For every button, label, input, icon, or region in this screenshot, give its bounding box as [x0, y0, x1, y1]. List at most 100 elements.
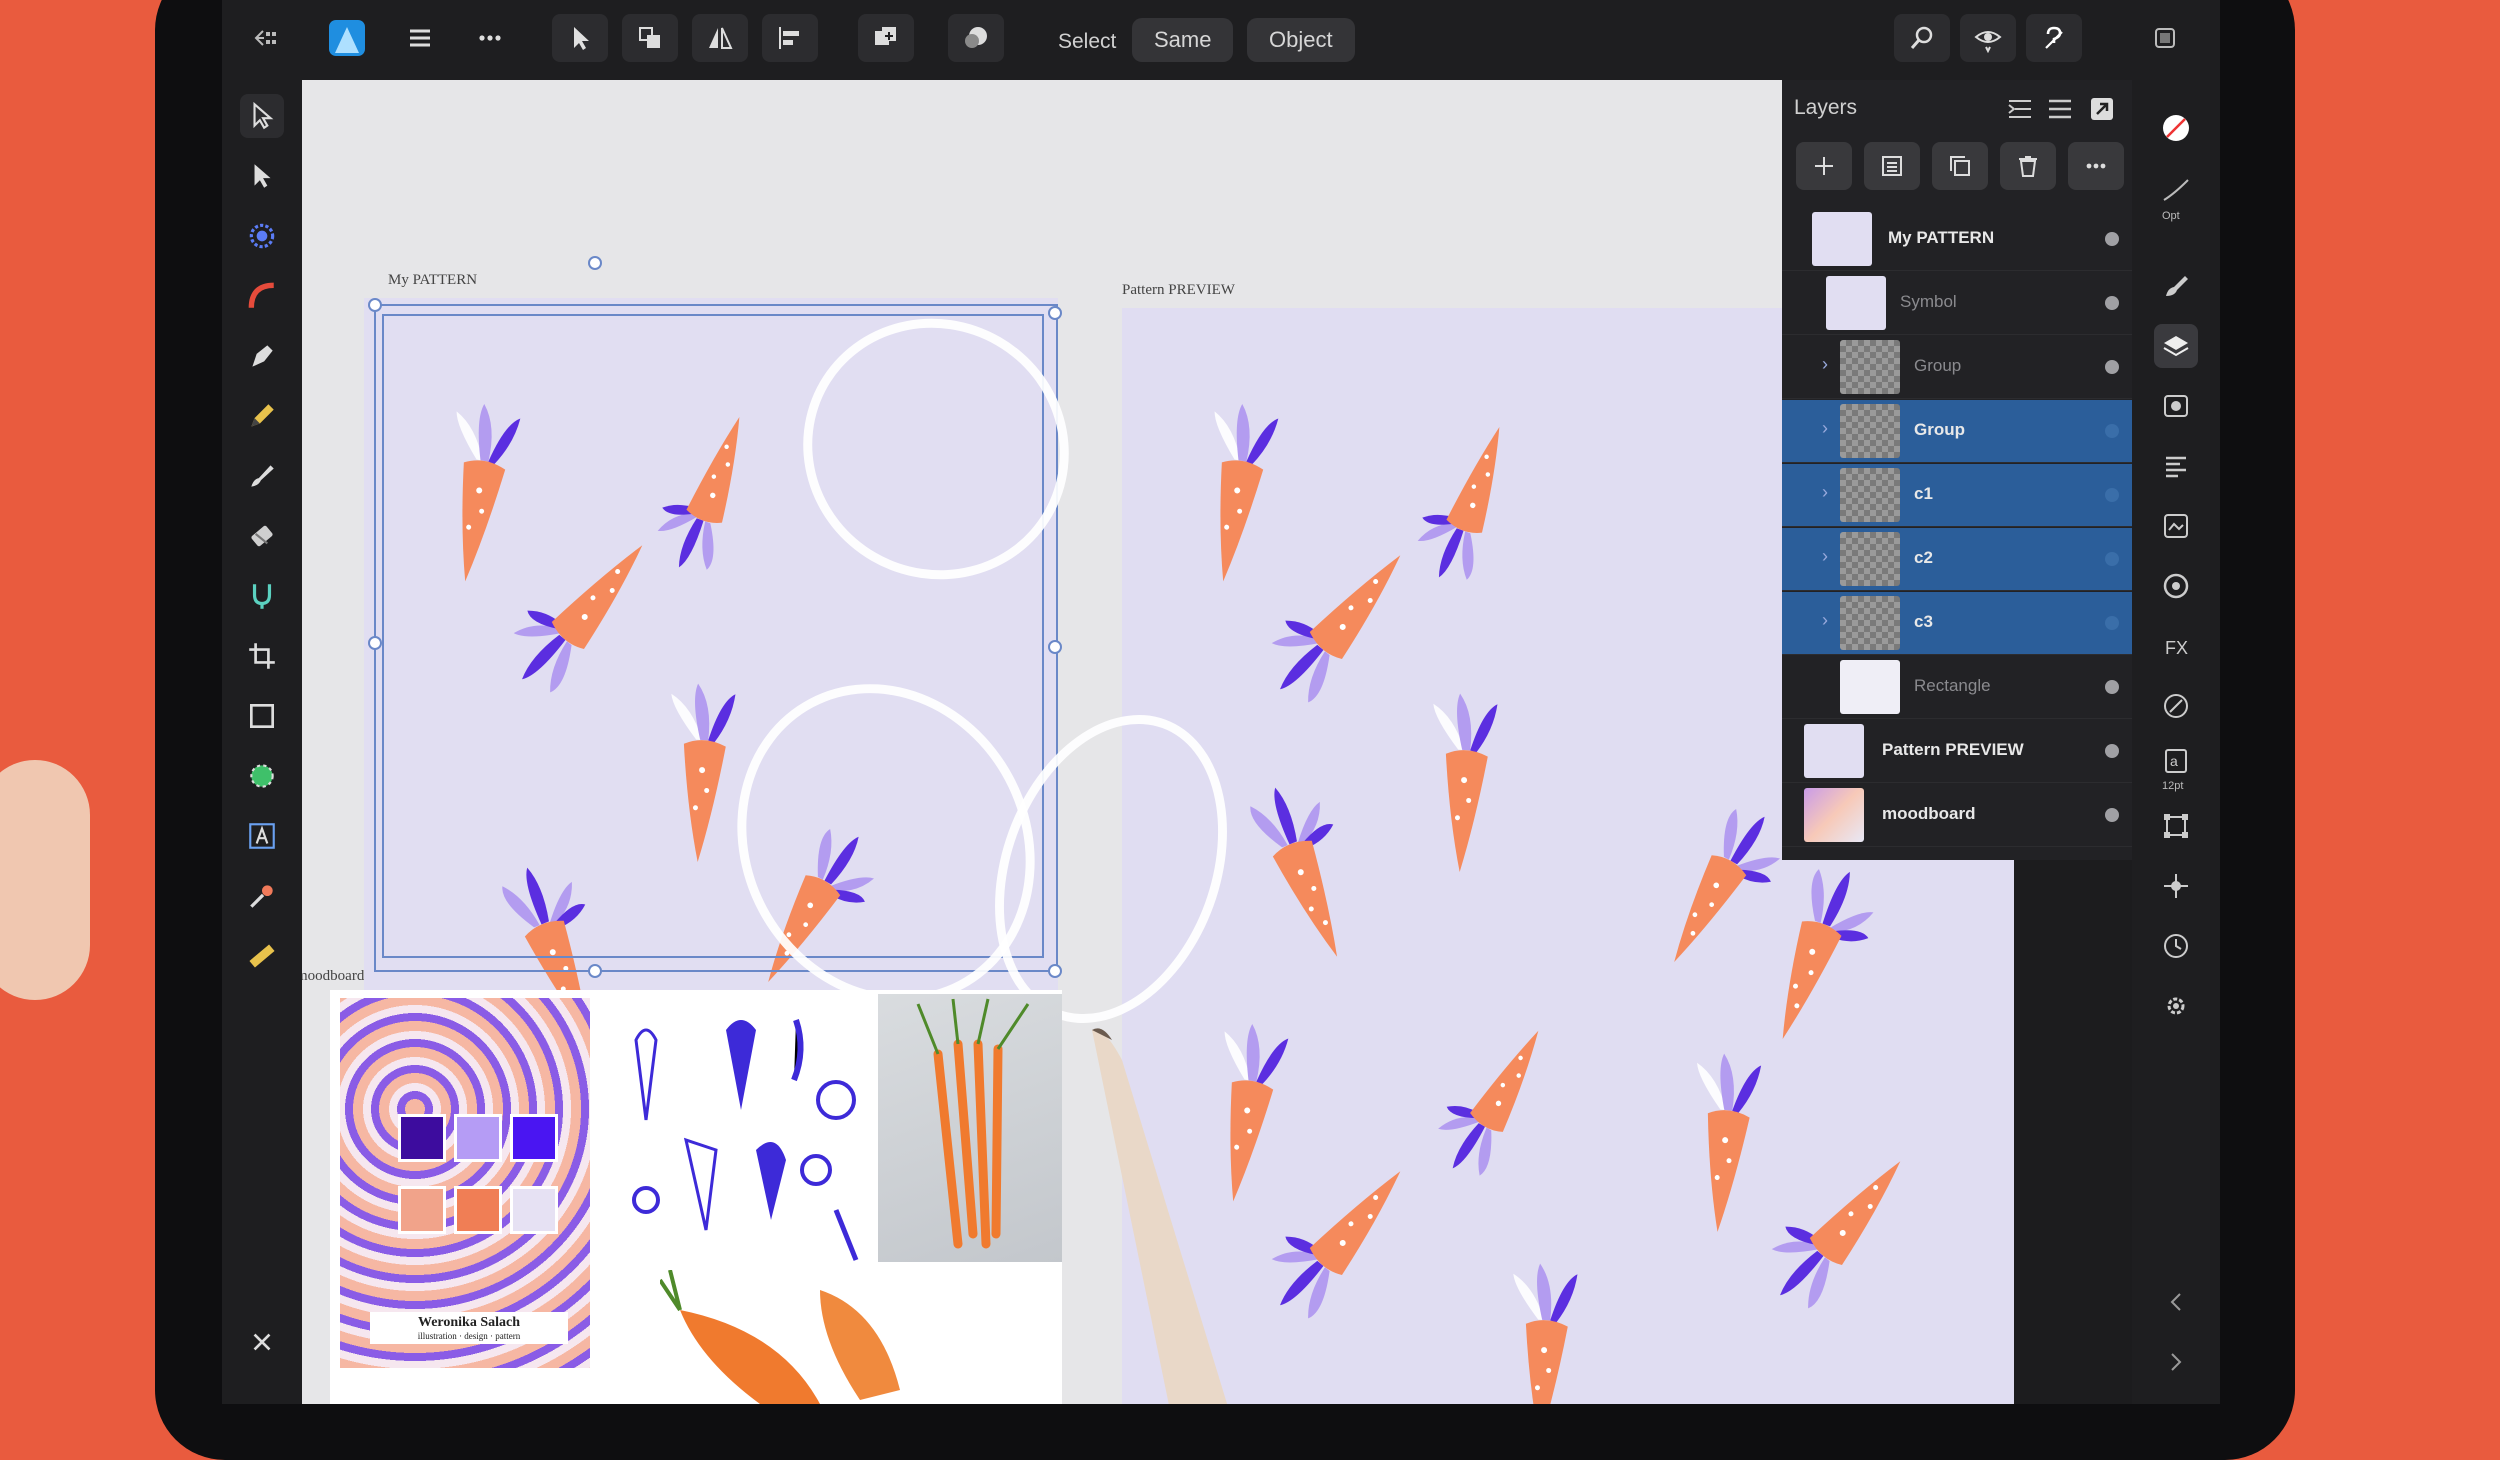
node-tool-icon[interactable] — [240, 154, 284, 198]
visibility-dot[interactable] — [2105, 744, 2119, 758]
brushes-icon[interactable] — [2154, 264, 2198, 308]
stroke-icon[interactable] — [2154, 168, 2198, 212]
layer-row-moodboard[interactable]: moodboard — [1782, 784, 2137, 847]
snapping-icon[interactable] — [2154, 864, 2198, 908]
mask-layer-button[interactable] — [1864, 142, 1920, 190]
help-icon[interactable] — [2026, 14, 2082, 62]
chevron-right-icon[interactable] — [2154, 1340, 2198, 1384]
move-tool-icon[interactable] — [552, 14, 608, 62]
appearance-icon[interactable] — [2154, 384, 2198, 428]
more-icon[interactable] — [462, 14, 518, 62]
transform-icon[interactable] — [2154, 804, 2198, 848]
carrot — [1749, 1131, 1921, 1316]
select-label: Select — [1058, 30, 1117, 53]
expand-chevron-icon[interactable]: › — [1822, 418, 1828, 439]
visibility-dot[interactable] — [2105, 616, 2119, 630]
color-picker-icon[interactable] — [240, 874, 284, 918]
visibility-dot[interactable] — [2105, 488, 2119, 502]
studio-bar: Opt FX a 12pt — [2132, 80, 2220, 1404]
moodboard-carrot-photo — [878, 994, 1062, 1262]
layer-row-rectangle[interactable]: Rectangle — [1782, 656, 2137, 719]
visibility-dot[interactable] — [2105, 424, 2119, 438]
layers-expand-icon[interactable] — [2087, 94, 2121, 124]
shape-tool-icon[interactable] — [240, 754, 284, 798]
visibility-dot[interactable] — [2105, 296, 2119, 310]
navigator-icon[interactable] — [2154, 564, 2198, 608]
selection-mode-icon[interactable] — [948, 14, 1004, 62]
move-tool-icon[interactable] — [240, 94, 284, 138]
back-to-gallery-icon[interactable] — [238, 14, 294, 62]
vector-brush-tool-icon[interactable] — [240, 454, 284, 498]
color-icon[interactable] — [2154, 106, 2198, 150]
zoom-icon[interactable] — [1894, 14, 1950, 62]
menu-icon[interactable] — [392, 14, 448, 62]
align-icon[interactable] — [762, 14, 818, 62]
text-panel-icon[interactable]: a — [2154, 740, 2198, 784]
expand-chevron-icon[interactable]: › — [1822, 610, 1828, 631]
view-mode-icon[interactable] — [1960, 14, 2016, 62]
add-layer-button[interactable] — [1796, 142, 1852, 190]
contour-tool-icon[interactable] — [240, 214, 284, 258]
measure-tool-icon[interactable] — [240, 934, 284, 978]
layer-row-group-selected[interactable]: › Group — [1782, 400, 2137, 463]
pen-tool-icon[interactable] — [240, 334, 284, 378]
layer-row-c2[interactable]: › c2 — [1782, 528, 2137, 591]
layer-row-my-pattern[interactable]: My PATTERN — [1782, 208, 2137, 271]
document-icon[interactable] — [2142, 14, 2188, 62]
layers-studio-icon[interactable] — [2154, 324, 2198, 368]
close-icon[interactable] — [240, 1320, 284, 1364]
canvas[interactable]: My PATTERN Pattern PREVIEW moodboard Wer… — [302, 80, 2014, 1404]
layer-row-symbol[interactable]: Symbol — [1782, 272, 2137, 335]
chevron-left-icon[interactable] — [2154, 1280, 2198, 1324]
layers-options-icon[interactable] — [2005, 94, 2039, 124]
layer-row-group[interactable]: › Group — [1782, 336, 2137, 399]
transparency-tool-icon[interactable] — [240, 574, 284, 618]
layer-row-c1[interactable]: › c1 — [1782, 464, 2137, 527]
assets-icon[interactable] — [2154, 504, 2198, 548]
pencil-tool-icon[interactable] — [240, 394, 284, 438]
layer-name: Group — [1914, 420, 1965, 439]
text-tool-icon[interactable] — [240, 814, 284, 858]
visibility-dot[interactable] — [2105, 808, 2119, 822]
rectangle-tool-icon[interactable] — [240, 694, 284, 738]
selection-handle[interactable] — [588, 964, 602, 978]
boolean-add-icon[interactable] — [858, 14, 914, 62]
selection-handle[interactable] — [1048, 640, 1062, 654]
carrot — [1679, 1050, 1762, 1235]
selection-handle[interactable] — [368, 298, 382, 312]
expand-chevron-icon[interactable]: › — [1822, 546, 1828, 567]
carrot — [1249, 525, 1421, 710]
layer-name: Rectangle — [1914, 676, 1991, 695]
arrange-icon[interactable] — [622, 14, 678, 62]
layer-more-button[interactable] — [2068, 142, 2124, 190]
layers-list-icon[interactable] — [2045, 94, 2079, 124]
visibility-dot[interactable] — [2105, 232, 2119, 246]
moodboard-artboard[interactable]: Weronika Salach illustration · design · … — [330, 990, 1062, 1404]
transparency-icon[interactable] — [2154, 684, 2198, 728]
layer-row-pattern-preview[interactable]: Pattern PREVIEW — [1782, 720, 2137, 783]
visibility-dot[interactable] — [2105, 552, 2119, 566]
text-styles-icon[interactable] — [2154, 444, 2198, 488]
corner-tool-icon[interactable] — [240, 274, 284, 318]
layer-row-c3[interactable]: › c3 — [1782, 592, 2137, 655]
select-object-button[interactable]: Object — [1247, 18, 1355, 62]
select-same-button[interactable]: Same — [1132, 18, 1234, 62]
selection-handle[interactable] — [1048, 306, 1062, 320]
rotation-handle[interactable] — [588, 256, 602, 270]
crop-tool-icon[interactable] — [240, 634, 284, 678]
visibility-dot[interactable] — [2105, 680, 2119, 694]
delete-layer-button[interactable] — [2000, 142, 2056, 190]
fill-tool-icon[interactable] — [240, 514, 284, 558]
settings-icon[interactable] — [2154, 984, 2198, 1028]
duplicate-layer-button[interactable] — [1932, 142, 1988, 190]
expand-chevron-icon[interactable]: › — [1822, 354, 1828, 375]
visibility-dot[interactable] — [2105, 360, 2119, 374]
carrot — [1421, 691, 1499, 874]
effects-icon[interactable]: FX — [2154, 624, 2198, 668]
selection-handle[interactable] — [368, 636, 382, 650]
flip-icon[interactable] — [692, 14, 748, 62]
history-icon[interactable] — [2154, 924, 2198, 968]
affinity-designer-logo[interactable] — [324, 14, 370, 62]
carrot — [1405, 412, 1522, 588]
expand-chevron-icon[interactable]: › — [1822, 482, 1828, 503]
